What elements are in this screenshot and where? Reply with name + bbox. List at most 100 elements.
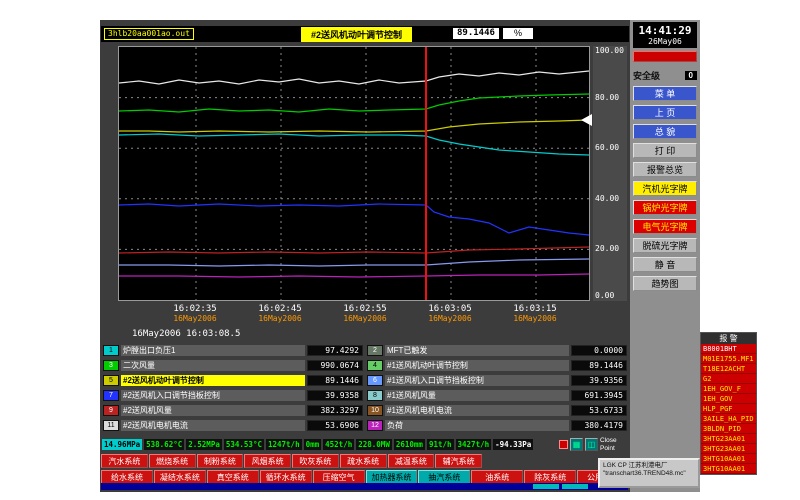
legend-row[interactable]: 12负荷380.4179 bbox=[367, 418, 627, 433]
alarm-entry[interactable]: 3AILE_HA_PID bbox=[701, 414, 756, 424]
x-axis-time: 16:03:15 bbox=[500, 304, 570, 314]
nav-button[interactable]: 真空系统 bbox=[207, 470, 259, 484]
sidebar-button-mute[interactable]: 静 音 bbox=[633, 257, 697, 272]
legend-row[interactable]: 1炉膛出口负压197.4292 bbox=[103, 343, 363, 358]
x-axis: 16:02:3516May200616:02:4516May200616:02:… bbox=[118, 304, 588, 328]
grid-tool-button[interactable]: ◫ bbox=[585, 438, 598, 451]
legend-label[interactable]: #1送风机电机电流 bbox=[385, 405, 569, 416]
legend-label[interactable]: 二次风量 bbox=[121, 360, 305, 371]
x-axis-label: 16:03:1516May2006 bbox=[500, 304, 570, 323]
strip-button-2[interactable] bbox=[562, 484, 588, 489]
legend-row[interactable]: 6#1送风机入口调节挡板控制39.9356 bbox=[367, 373, 627, 388]
trend-line-fan2-flow bbox=[119, 204, 589, 235]
nav-button[interactable]: 压缩空气 bbox=[313, 470, 365, 484]
desktop: 3hlb20aa001ao.out #2送风机动叶调节控制 89.1446 % … bbox=[0, 0, 800, 500]
legend-label[interactable]: MFT已触发 bbox=[385, 345, 569, 356]
legend-row[interactable]: 5#2送风机动叶调节控制89.1446 bbox=[103, 373, 363, 388]
legend-chip: 10 bbox=[367, 405, 383, 416]
close-point-label[interactable]: Close Point bbox=[600, 437, 628, 452]
strip-button-1[interactable] bbox=[533, 484, 559, 489]
legend-row[interactable]: 4#1送风机动叶调节控制89.1446 bbox=[367, 358, 627, 373]
sidebar-button-trend-view[interactable]: 趋势图 bbox=[633, 276, 697, 291]
legend-label[interactable]: #2送风机风量 bbox=[121, 405, 305, 416]
alarm-entry[interactable]: 1EH_GOV bbox=[701, 394, 756, 404]
nav-button[interactable]: 循环水系统 bbox=[260, 470, 312, 484]
bottom-strip bbox=[101, 483, 628, 490]
nav-button[interactable]: 油系统 bbox=[471, 470, 523, 484]
sidebar-button-overview[interactable]: 总 貌 bbox=[633, 124, 697, 139]
alarm-entry[interactable]: B8001BHT bbox=[701, 344, 756, 354]
sidebar-button-alarm-summary[interactable]: 报警总览 bbox=[633, 162, 697, 177]
alarm-entry[interactable]: 3BLDN_PID bbox=[701, 424, 756, 434]
alarm-entry[interactable]: M01E1755.MF1 bbox=[701, 354, 756, 364]
x-axis-time: 16:02:35 bbox=[160, 304, 230, 314]
nav-button[interactable]: 加热器系统 bbox=[366, 470, 418, 484]
legend-label[interactable]: #2送风机动叶调节控制 bbox=[121, 375, 305, 386]
nav-button[interactable]: 给水系统 bbox=[101, 470, 153, 484]
legend-label[interactable]: 炉膛出口负压1 bbox=[121, 345, 305, 356]
x-axis-time: 16:02:45 bbox=[245, 304, 315, 314]
cursor-timestamp: 16May2006 16:03:08.5 bbox=[100, 329, 630, 343]
nav-button[interactable]: 减温系统 bbox=[388, 454, 435, 468]
alarm-entry[interactable]: G2 bbox=[701, 374, 756, 384]
trend-line-secondary-air-flow bbox=[119, 94, 589, 112]
nav-button[interactable]: 疏水系统 bbox=[340, 454, 387, 468]
legend-row[interactable]: 8#1送风机风量691.3945 bbox=[367, 388, 627, 403]
sidebar-button-boiler-annunciator[interactable]: 锅炉光字牌 bbox=[633, 200, 697, 215]
legend-row[interactable]: 7#2送风机入口调节挡板控制39.9358 bbox=[103, 388, 363, 403]
sidebar-button-turbine-annunciator[interactable]: 汽机光字牌 bbox=[633, 181, 697, 196]
alarm-entry[interactable]: 3HTG10AA01 bbox=[701, 464, 756, 474]
x-axis-date: 16May2006 bbox=[500, 314, 570, 323]
trend-chart: 100.0080.0060.0040.0020.000.00 16:02:351… bbox=[100, 44, 630, 329]
trend-tool-button[interactable]: ▦ bbox=[570, 438, 583, 451]
y-axis-label: 0.00 bbox=[595, 291, 614, 300]
legend-value: 382.3297 bbox=[307, 405, 363, 416]
status-value: -94.33Pa bbox=[493, 439, 533, 450]
nav-button[interactable]: 吹灰系统 bbox=[292, 454, 339, 468]
alarm-entry[interactable]: HLP_PGF bbox=[701, 404, 756, 414]
plot-area[interactable] bbox=[118, 46, 590, 301]
legend-value: 89.1446 bbox=[307, 375, 363, 386]
nav-button[interactable]: 辅汽系统 bbox=[435, 454, 482, 468]
alarm-banner-button[interactable] bbox=[633, 51, 697, 62]
safety-value: 0 bbox=[685, 71, 697, 80]
clock-date: 26May06 bbox=[633, 37, 697, 46]
alarm-entry[interactable]: 3HTG23AA01 bbox=[701, 444, 756, 454]
alarm-entry[interactable]: 3HTG10AA01 bbox=[701, 454, 756, 464]
legend-label[interactable]: 负荷 bbox=[385, 420, 569, 431]
status-value: 0mm bbox=[304, 439, 322, 450]
legend-label[interactable]: #1送风机动叶调节控制 bbox=[385, 360, 569, 371]
legend-chip: 11 bbox=[103, 420, 119, 431]
nav-button[interactable]: 燃烧系统 bbox=[149, 454, 196, 468]
nav-button[interactable]: 风烟系统 bbox=[244, 454, 291, 468]
sidebar-button-print[interactable]: 打 印 bbox=[633, 143, 697, 158]
legend-row[interactable]: 10#1送风机电机电流53.6733 bbox=[367, 403, 627, 418]
nav-button[interactable]: 抽汽系统 bbox=[418, 470, 470, 484]
nav-button[interactable]: 汽水系统 bbox=[101, 454, 148, 468]
legend-column-right: 2MFT已触发0.00004#1送风机动叶调节控制89.14466#1送风机入口… bbox=[367, 343, 627, 433]
sidebar-button-menu[interactable]: 菜 单 bbox=[633, 86, 697, 101]
legend-chip: 9 bbox=[103, 405, 119, 416]
alarm-entry[interactable]: 1EH_GOV_F bbox=[701, 384, 756, 394]
sidebar-button-electrical-annunciator[interactable]: 电气光字牌 bbox=[633, 219, 697, 234]
sidebar-button-fgd-annunciator[interactable]: 脱硫光字牌 bbox=[633, 238, 697, 253]
legend-chip: 8 bbox=[367, 390, 383, 401]
alarm-entry[interactable]: 3HTG23AA01 bbox=[701, 434, 756, 444]
legend-label[interactable]: #1送风机风量 bbox=[385, 390, 569, 401]
sidebar-button-prev-page[interactable]: 上 页 bbox=[633, 105, 697, 120]
nav-button[interactable]: 制粉系统 bbox=[197, 454, 244, 468]
legend-row[interactable]: 9#2送风机风量382.3297 bbox=[103, 403, 363, 418]
legend-row[interactable]: 11#2送风机电机电流53.6906 bbox=[103, 418, 363, 433]
legend-row[interactable]: 3二次风量990.0674 bbox=[103, 358, 363, 373]
legend-label[interactable]: #2送风机电机电流 bbox=[121, 420, 305, 431]
legend-label[interactable]: #2送风机入口调节挡板控制 bbox=[121, 390, 305, 401]
legend-label[interactable]: #1送风机入口调节挡板控制 bbox=[385, 375, 569, 386]
x-axis-date: 16May2006 bbox=[330, 314, 400, 323]
trend-line-fan1-flow bbox=[119, 247, 589, 253]
nav-button[interactable]: 除灰系统 bbox=[524, 470, 576, 484]
scale-marker-icon bbox=[581, 114, 592, 126]
legend-row[interactable]: 2MFT已触发0.0000 bbox=[367, 343, 627, 358]
nav-button[interactable]: 凝结水系统 bbox=[154, 470, 206, 484]
alarm-entry[interactable]: T18E12ACHT bbox=[701, 364, 756, 374]
status-bar: 14.96MPa538.62°C2.52MPa534.53°C1247t/h0m… bbox=[100, 437, 630, 452]
